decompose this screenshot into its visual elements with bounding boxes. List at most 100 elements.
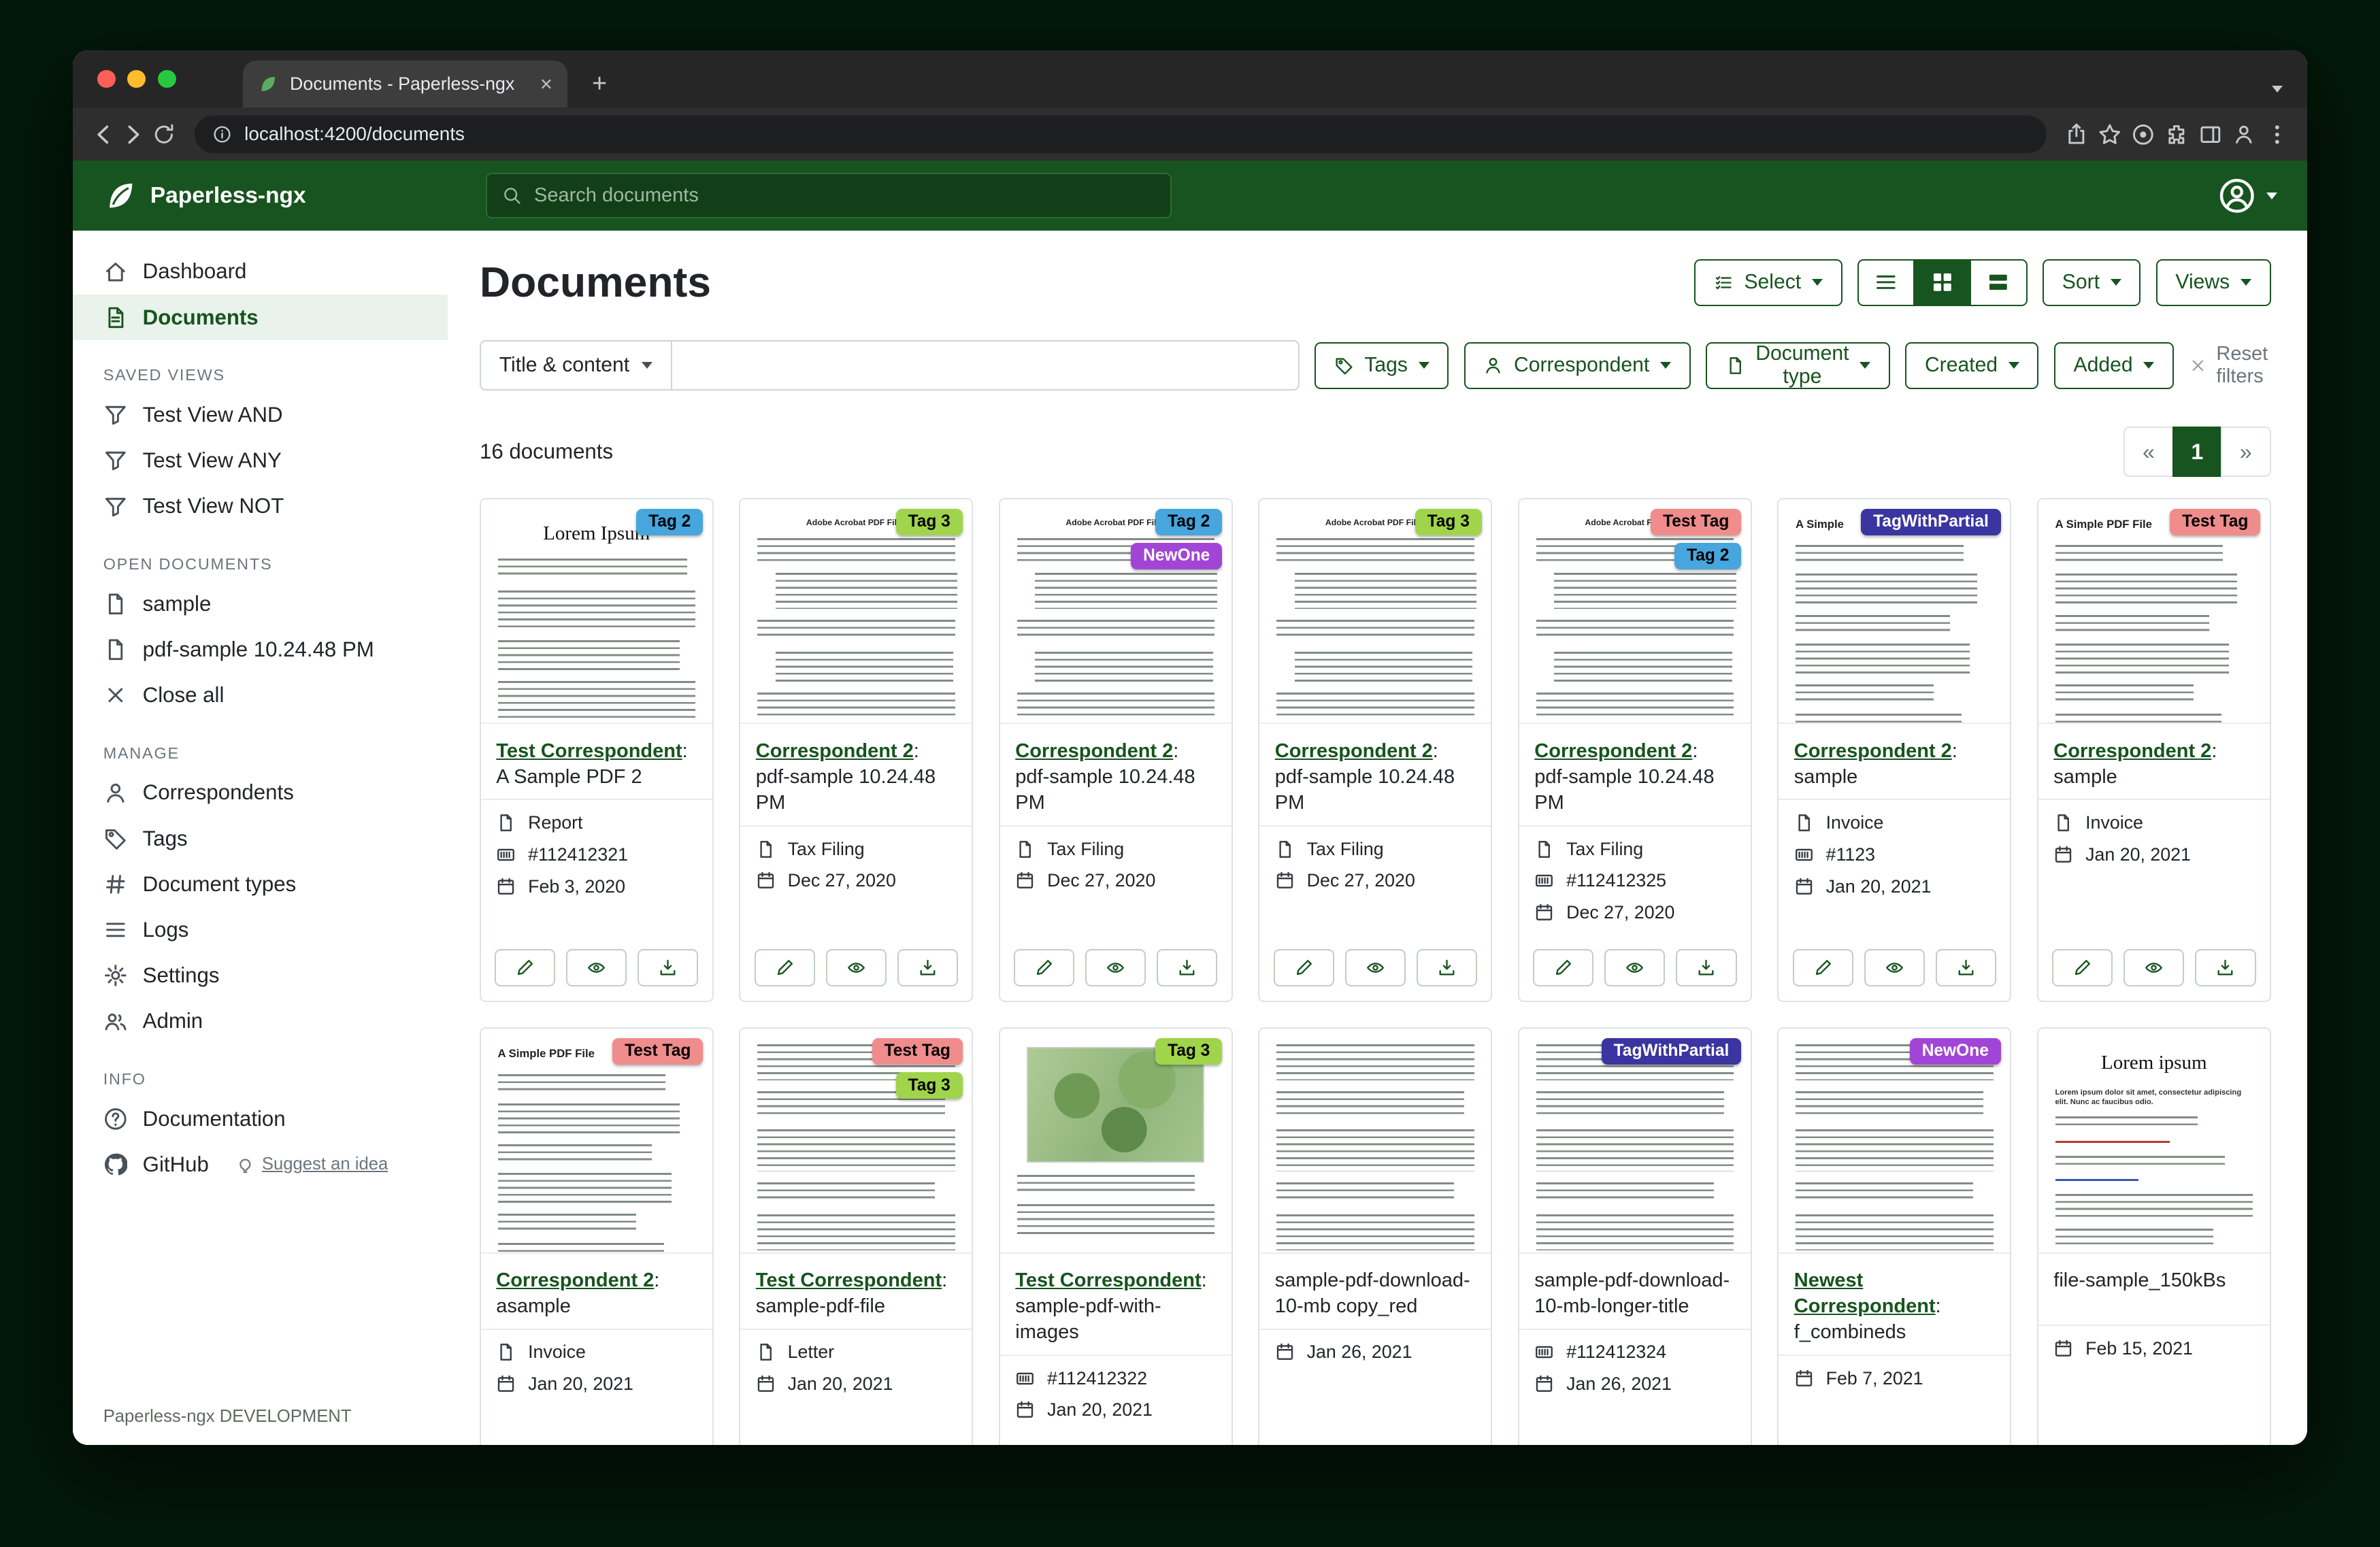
- tag-badge[interactable]: Test Tag: [2170, 509, 2260, 535]
- document-thumbnail[interactable]: A SimpleTagWithPartial: [1779, 499, 2010, 724]
- tab-search-icon[interactable]: [2272, 86, 2283, 93]
- document-correspondent-link[interactable]: Newest Correspondent: [1794, 1269, 1936, 1317]
- menu-kebab-icon[interactable]: [2265, 122, 2290, 147]
- document-correspondent-link[interactable]: Correspondent 2: [1275, 740, 1433, 762]
- view-document-button[interactable]: [1345, 949, 1406, 987]
- maximize-window-button[interactable]: [158, 70, 176, 88]
- share-icon[interactable]: [2064, 122, 2089, 147]
- filter-text-input[interactable]: [672, 340, 1300, 390]
- document-correspondent-link[interactable]: Test Correspondent: [756, 1269, 942, 1291]
- document-thumbnail[interactable]: Adobe Acrobat PDF FilesTag 3: [740, 499, 972, 724]
- document-title[interactable]: sample-pdf-download-10-mb copy_red: [1275, 1269, 1470, 1317]
- manage-document-types[interactable]: Document types: [73, 861, 448, 907]
- detail-view-button[interactable]: [1970, 259, 2028, 306]
- document-title[interactable]: sample-pdf-download-10-mb-longer-title: [1534, 1269, 1730, 1317]
- tag-badge[interactable]: Tag 2: [1155, 509, 1222, 535]
- document-thumbnail[interactable]: Tag 3: [1000, 1029, 1232, 1253]
- document-thumbnail[interactable]: Adobe Acrobat PDF FilesTest TagTag 2: [1519, 499, 1751, 724]
- open-document-pdf-sample-10-24-48-pm[interactable]: pdf-sample 10.24.48 PM: [73, 627, 448, 672]
- download-document-button[interactable]: [2195, 949, 2255, 987]
- search-input[interactable]: [534, 184, 1155, 207]
- list-view-button[interactable]: [1857, 259, 1915, 306]
- split-view-icon[interactable]: [2198, 122, 2223, 147]
- view-document-button[interactable]: [826, 949, 887, 987]
- select-button[interactable]: Select: [1694, 259, 1842, 306]
- reload-icon[interactable]: [152, 122, 176, 147]
- tag-badge[interactable]: TagWithPartial: [1602, 1038, 1741, 1065]
- minimize-window-button[interactable]: [127, 70, 146, 88]
- tag-badge[interactable]: Tag 2: [1674, 543, 1741, 569]
- view-document-button[interactable]: [2123, 949, 2184, 987]
- document-thumbnail[interactable]: Lorem IpsumTag 2: [481, 499, 712, 724]
- document-thumbnail[interactable]: Adobe Acrobat PDF FilesTag 2NewOne: [1000, 499, 1232, 724]
- tag-badge[interactable]: TagWithPartial: [1861, 509, 2000, 535]
- created-filter-button[interactable]: Created: [1905, 342, 2038, 389]
- grid-view-button[interactable]: [1913, 259, 1971, 306]
- saved-view-test-view-not[interactable]: Test View NOT: [73, 484, 448, 529]
- view-document-button[interactable]: [1085, 949, 1146, 987]
- sort-button[interactable]: Sort: [2043, 259, 2141, 306]
- forward-icon[interactable]: [121, 122, 146, 147]
- url-bar[interactable]: localhost:4200/documents: [195, 116, 2047, 154]
- sidebar-item-dashboard[interactable]: Dashboard: [73, 249, 448, 295]
- view-document-button[interactable]: [1864, 949, 1925, 987]
- tag-badge[interactable]: NewOne: [1131, 543, 1222, 569]
- info-github[interactable]: GitHubSuggest an idea: [73, 1142, 448, 1187]
- saved-view-test-view-any[interactable]: Test View ANY: [73, 438, 448, 484]
- filter-field-selector[interactable]: Title & content: [480, 340, 672, 390]
- document-thumbnail[interactable]: Adobe Acrobat PDF FilesTag 3: [1259, 499, 1491, 724]
- pagination-prev-button[interactable]: «: [2123, 427, 2174, 477]
- tag-badge[interactable]: Tag 3: [896, 509, 963, 535]
- reset-filters-button[interactable]: Reset filters: [2189, 343, 2270, 388]
- edit-document-button[interactable]: [1014, 949, 1074, 987]
- status-badge-icon[interactable]: [2131, 122, 2155, 147]
- document-correspondent-link[interactable]: Test Correspondent: [1015, 1269, 1201, 1291]
- document-correspondent-link[interactable]: Correspondent 2: [1534, 740, 1692, 762]
- download-document-button[interactable]: [1417, 949, 1477, 987]
- edit-document-button[interactable]: [495, 949, 555, 987]
- edit-document-button[interactable]: [755, 949, 815, 987]
- document-thumbnail[interactable]: Test Tag Tag 3: [740, 1029, 972, 1253]
- tab-close-icon[interactable]: ×: [540, 72, 552, 97]
- download-document-button[interactable]: [1676, 949, 1736, 987]
- back-icon[interactable]: [91, 122, 116, 147]
- bookmark-star-icon[interactable]: [2098, 122, 2122, 147]
- pagination-page-1-button[interactable]: 1: [2172, 427, 2223, 477]
- info-documentation[interactable]: Documentation: [73, 1096, 448, 1142]
- correspondent-filter-button[interactable]: Correspondent: [1464, 342, 1691, 389]
- view-document-button[interactable]: [1604, 949, 1665, 987]
- view-document-button[interactable]: [566, 949, 627, 987]
- document-correspondent-link[interactable]: Correspondent 2: [496, 1269, 654, 1291]
- document-correspondent-link[interactable]: Correspondent 2: [1015, 740, 1173, 762]
- open-documents-close-all[interactable]: Close all: [73, 673, 448, 718]
- document-correspondent-link[interactable]: Correspondent 2: [2053, 740, 2211, 762]
- site-info-icon[interactable]: [212, 124, 232, 144]
- document-thumbnail[interactable]: [1259, 1029, 1491, 1253]
- document-thumbnail[interactable]: A Simple PDF FileTest Tag: [2038, 499, 2270, 724]
- tag-badge[interactable]: Tag 3: [1155, 1038, 1222, 1065]
- download-document-button[interactable]: [897, 949, 958, 987]
- tag-badge[interactable]: Tag 3: [896, 1072, 963, 1099]
- browser-tab[interactable]: Documents - Paperless-ngx ×: [243, 61, 567, 107]
- document-correspondent-link[interactable]: Correspondent 2: [1794, 740, 1952, 762]
- tag-badge[interactable]: Tag 2: [636, 509, 703, 535]
- tag-badge[interactable]: Test Tag: [1651, 509, 1741, 535]
- suggest-idea-link[interactable]: Suggest an idea: [236, 1154, 388, 1174]
- app-brand[interactable]: Paperless-ngx: [103, 179, 486, 212]
- tag-badge[interactable]: Test Tag: [612, 1038, 703, 1065]
- manage-logs[interactable]: Logs: [73, 907, 448, 952]
- open-document-sample[interactable]: sample: [73, 581, 448, 627]
- document-title[interactable]: file-sample_150kBs: [2053, 1269, 2226, 1291]
- manage-tags[interactable]: Tags: [73, 816, 448, 861]
- extensions-icon[interactable]: [2164, 122, 2189, 147]
- user-menu[interactable]: [2219, 178, 2277, 214]
- document-thumbnail[interactable]: Lorem ipsumLorem ipsum dolor sit amet, c…: [2038, 1029, 2270, 1253]
- download-document-button[interactable]: [638, 949, 698, 987]
- tag-badge[interactable]: Tag 3: [1415, 509, 1482, 535]
- download-document-button[interactable]: [1157, 949, 1217, 987]
- manage-correspondents[interactable]: Correspondents: [73, 770, 448, 816]
- close-window-button[interactable]: [97, 70, 116, 88]
- tag-badge[interactable]: Test Tag: [872, 1038, 963, 1065]
- edit-document-button[interactable]: [1793, 949, 1853, 987]
- document-thumbnail[interactable]: NewOne: [1779, 1029, 2010, 1253]
